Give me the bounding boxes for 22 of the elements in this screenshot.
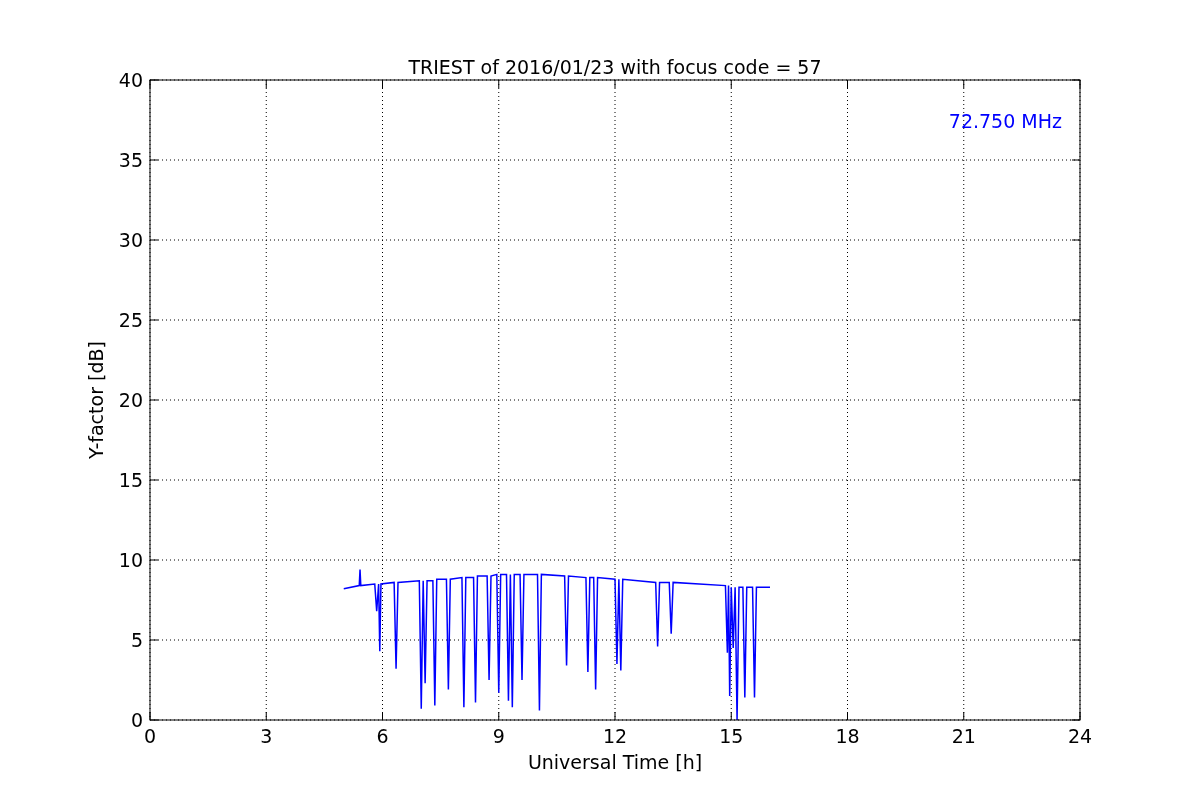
chart-title: TRIEST of 2016/01/23 with focus code = 57: [408, 56, 822, 78]
tick-label: 6: [376, 725, 389, 747]
tick-label: 0: [130, 709, 143, 731]
tick-label: 15: [719, 725, 744, 747]
tick-label: 15: [118, 469, 143, 491]
tick-label: 3: [260, 725, 273, 747]
tick-label: 10: [118, 549, 143, 571]
x-axis-label: Universal Time [h]: [527, 751, 703, 773]
tick-label: 5: [130, 629, 143, 651]
tick-label: 25: [118, 309, 143, 331]
tick-label: 24: [1067, 725, 1093, 747]
tick-label: 21: [951, 725, 976, 747]
tick-label: 35: [118, 149, 143, 171]
tick-label: 0: [143, 725, 157, 747]
tick-label: 9: [492, 725, 505, 747]
y-axis-label: Y-factor [dB]: [85, 341, 107, 459]
legend-label: 72.750 MHz: [948, 110, 1062, 132]
tick-label: 18: [835, 725, 860, 747]
tick-label: 30: [118, 229, 143, 251]
tick-label: 40: [118, 69, 143, 91]
tick-label: 20: [118, 389, 143, 411]
tick-label: 12: [602, 725, 628, 747]
